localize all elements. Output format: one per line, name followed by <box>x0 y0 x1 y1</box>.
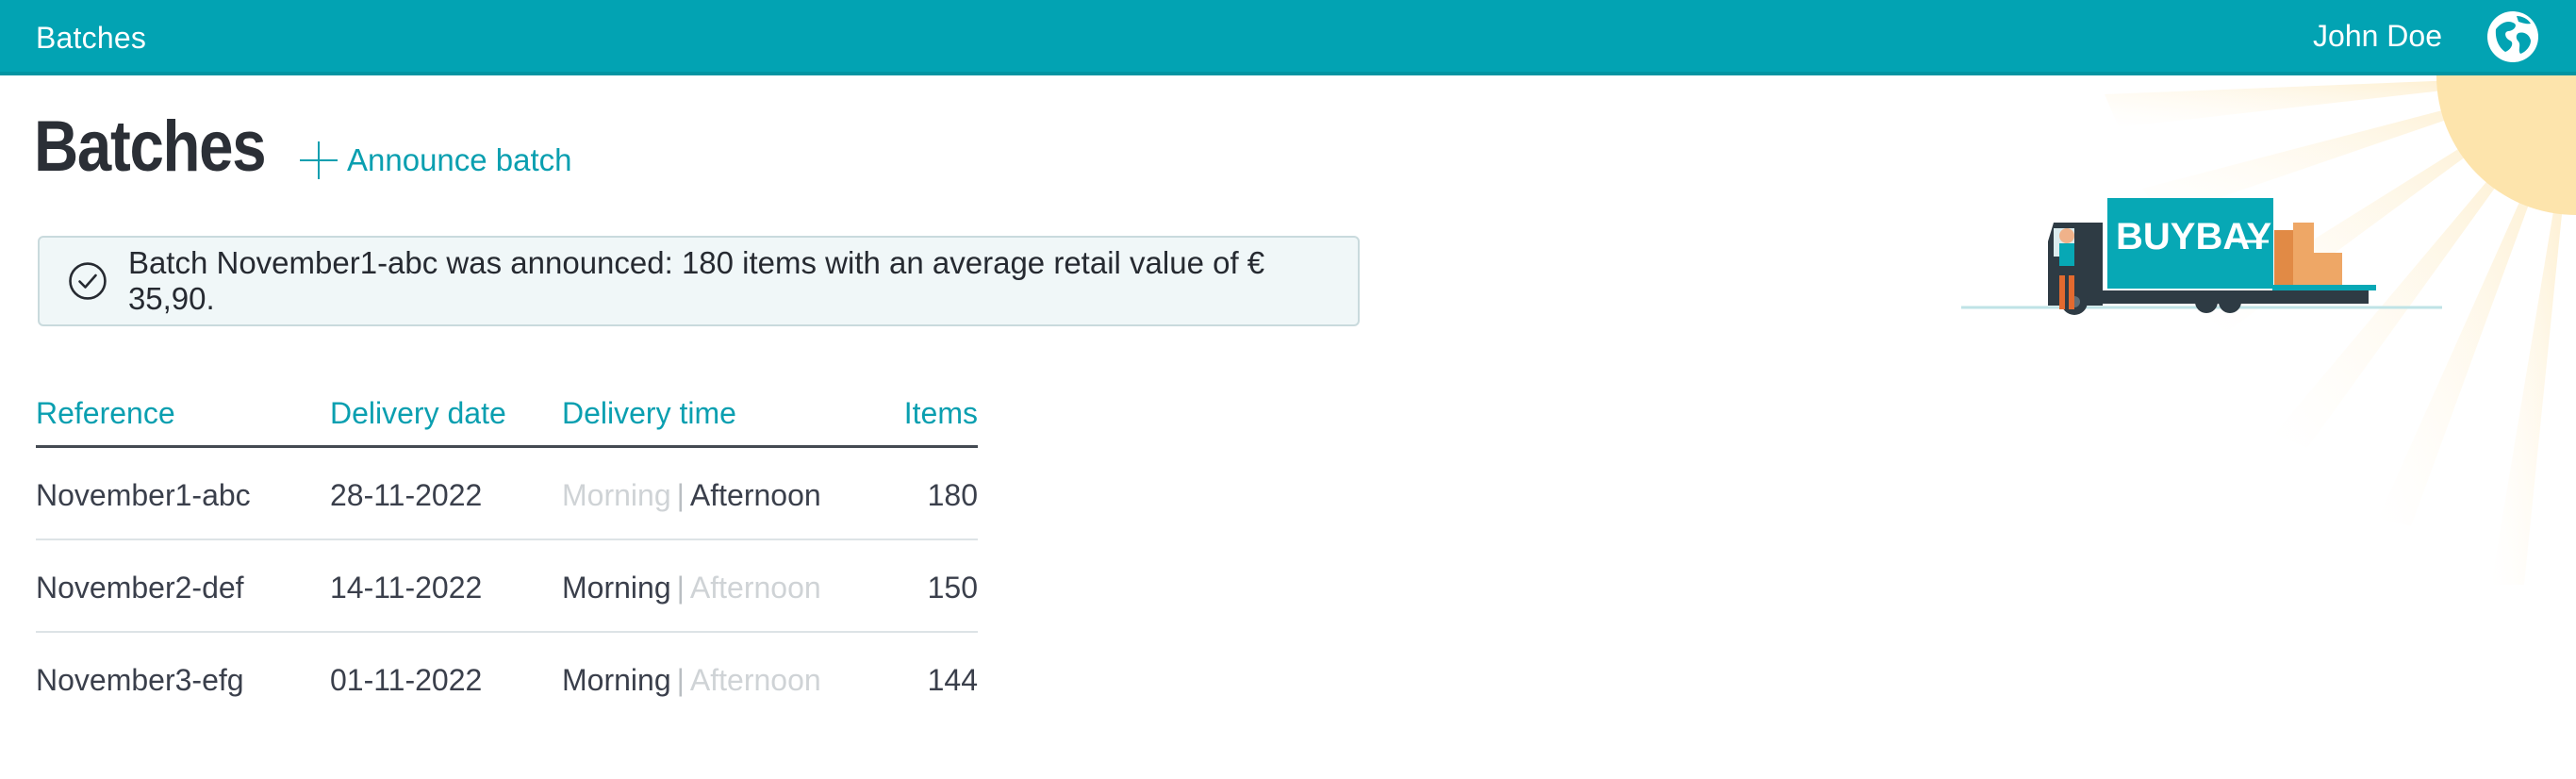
truck-illustration: BUYBAY <box>1961 198 2442 315</box>
column-header-delivery-time[interactable]: Delivery time <box>562 396 736 431</box>
table-header: Reference Delivery date Delivery time It… <box>36 396 978 448</box>
app-title[interactable]: Batches <box>36 21 146 56</box>
time-slot-morning: Morning <box>562 663 671 697</box>
column-header-reference[interactable]: Reference <box>36 396 175 431</box>
cell-delivery-time: Morning | Afternoon <box>562 663 821 698</box>
time-separator: | <box>676 478 685 512</box>
announce-batch-label: Announce batch <box>347 142 572 177</box>
plus-icon <box>300 141 338 179</box>
cell-items: 150 <box>927 571 978 605</box>
truck-brand: BUYBAY <box>2116 216 2272 257</box>
cell-delivery-time: Morning | Afternoon <box>562 571 821 605</box>
sun-decoration <box>2105 75 2576 585</box>
success-notification: Batch November1-abc was announced: 180 i… <box>38 236 1360 326</box>
column-header-items[interactable]: Items <box>904 396 978 431</box>
user-name[interactable]: John Doe <box>2313 19 2442 54</box>
cell-delivery-date: 01-11-2022 <box>330 663 483 697</box>
time-separator: | <box>676 663 685 697</box>
check-circle-icon <box>69 262 107 300</box>
announce-batch-button[interactable]: Announce batch <box>300 140 572 181</box>
cell-reference: November1-abc <box>36 478 251 512</box>
time-slot-morning: Morning <box>562 571 671 605</box>
table-row[interactable]: November3-efg 01-11-2022 Morning | Afterno… <box>36 633 978 723</box>
time-slot-afternoon: Afternoon <box>689 663 821 697</box>
time-slot-afternoon: Afternoon <box>689 478 821 512</box>
page-title: Batches <box>34 107 267 187</box>
time-separator: | <box>676 571 685 605</box>
cell-items: 144 <box>927 663 978 697</box>
globe-icon[interactable] <box>2486 10 2539 63</box>
cell-delivery-time: Morning | Afternoon <box>562 478 821 513</box>
cell-reference: November3-efg <box>36 663 244 697</box>
cell-delivery-date: 28-11-2022 <box>330 478 483 512</box>
table-row[interactable]: November2-def 14-11-2022 Morning | Afterno… <box>36 540 978 633</box>
cell-reference: November2-def <box>36 571 244 605</box>
batches-table: Reference Delivery date Delivery time It… <box>36 396 978 723</box>
time-slot-morning: Morning <box>562 478 671 512</box>
cell-delivery-date: 14-11-2022 <box>330 571 483 605</box>
notification-message: Batch November1-abc was announced: 180 i… <box>127 245 1265 316</box>
column-header-delivery-date[interactable]: Delivery date <box>330 396 506 431</box>
table-row[interactable]: November1-abc 28-11-2022 Morning | Afterno… <box>36 448 978 540</box>
cell-items: 180 <box>927 478 978 512</box>
time-slot-afternoon: Afternoon <box>689 571 821 605</box>
top-bar: Batches John Doe <box>0 0 2576 75</box>
